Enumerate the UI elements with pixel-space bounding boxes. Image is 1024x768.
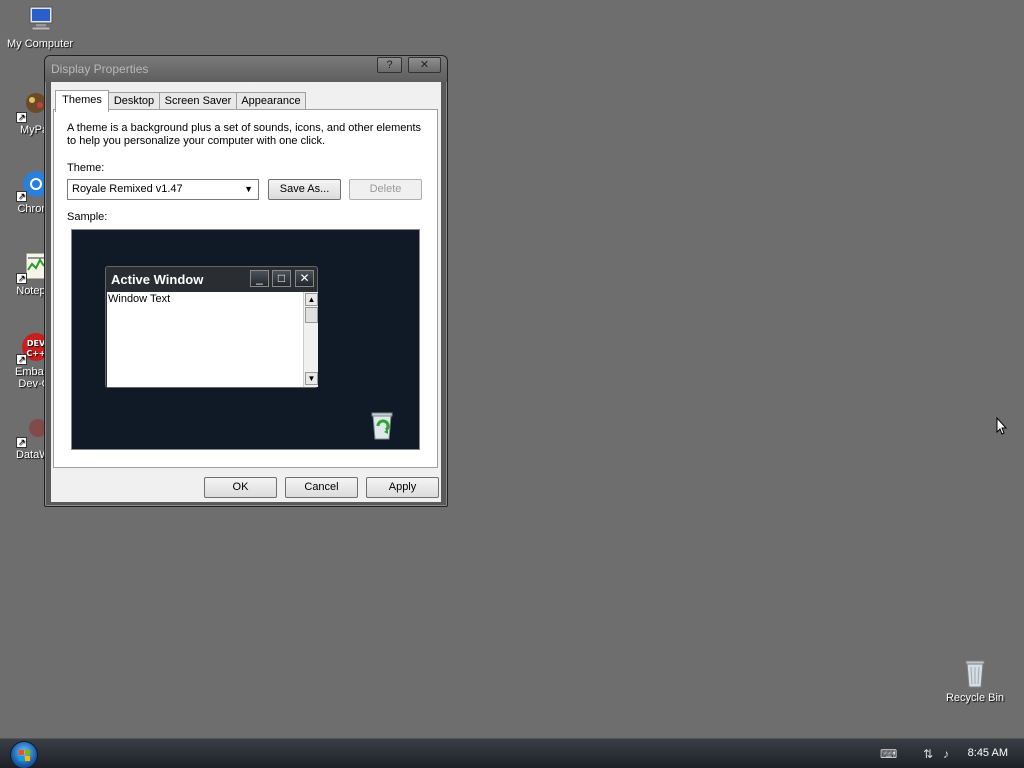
delete-button[interactable]: Delete xyxy=(349,179,422,200)
start-button[interactable] xyxy=(10,741,38,768)
minimize-icon: _ xyxy=(250,270,269,287)
maximize-icon: □ xyxy=(272,270,291,287)
shortcut-arrow-icon: ↗ xyxy=(16,191,27,202)
shortcut-arrow-icon: ↗ xyxy=(16,354,27,365)
sample-label: Sample: xyxy=(67,211,108,223)
svg-text:C++: C++ xyxy=(26,349,45,358)
shortcut-arrow-icon: ↗ xyxy=(16,112,27,123)
recycle-bin-icon xyxy=(369,410,395,440)
dialog-titlebar[interactable]: Display Properties ? ✕ xyxy=(45,56,447,82)
themes-panel: A theme is a background plus a set of so… xyxy=(53,109,438,468)
display-properties-dialog: Display Properties ? ✕ Themes Desktop Sc… xyxy=(44,55,448,507)
dialog-title: Display Properties xyxy=(51,62,149,76)
desktop-icon-my-computer[interactable]: My Computer xyxy=(3,3,77,50)
theme-label: Theme: xyxy=(67,162,105,174)
windows-logo-icon xyxy=(19,750,30,761)
close-button[interactable]: ✕ xyxy=(408,57,441,73)
desktop-icon-label: Recycle Bin xyxy=(945,692,1005,704)
recycle-bin-icon xyxy=(959,657,991,689)
shortcut-arrow-icon: ↗ xyxy=(16,437,27,448)
taskbar: ⌨ ⇅ ♪ 8:45 AM xyxy=(0,738,1024,768)
tab-themes[interactable]: Themes xyxy=(55,90,109,112)
apply-button[interactable]: Apply xyxy=(366,477,439,498)
computer-icon xyxy=(24,3,56,35)
scroll-down-icon: ▼ xyxy=(305,372,318,385)
volume-icon[interactable]: ♪ xyxy=(943,747,949,761)
save-as-button[interactable]: Save As... xyxy=(268,179,341,200)
scroll-thumb xyxy=(305,307,318,323)
shortcut-arrow-icon: ↗ xyxy=(16,273,27,284)
tab-desktop[interactable]: Desktop xyxy=(108,92,160,110)
close-icon: ✕ xyxy=(295,270,314,287)
theme-dropdown[interactable]: Royale Remixed v1.47 ▼ xyxy=(67,179,259,200)
keyboard-icon[interactable]: ⌨ xyxy=(880,747,897,761)
dialog-body: Themes Desktop Screen Saver Appearance A… xyxy=(51,82,441,502)
tab-screen-saver[interactable]: Screen Saver xyxy=(159,92,237,110)
sample-active-window: Active Window _ □ ✕ Window Text ▲ ▼ xyxy=(105,266,318,388)
help-button[interactable]: ? xyxy=(377,57,402,73)
theme-sample-preview: Active Window _ □ ✕ Window Text ▲ ▼ xyxy=(71,229,420,450)
cancel-button[interactable]: Cancel xyxy=(285,477,358,498)
sample-window-title: Active Window xyxy=(111,272,204,287)
chevron-down-icon: ▼ xyxy=(244,184,253,194)
scroll-up-icon: ▲ xyxy=(305,293,318,306)
mouse-cursor-icon xyxy=(996,416,1008,435)
ok-button[interactable]: OK xyxy=(204,477,277,498)
tab-appearance[interactable]: Appearance xyxy=(236,92,306,110)
desktop-icon-label: My Computer xyxy=(6,38,74,50)
theme-description: A theme is a background plus a set of so… xyxy=(67,122,422,147)
desktop-icon-recycle-bin[interactable]: Recycle Bin xyxy=(938,657,1012,704)
sample-scrollbar: ▲ ▼ xyxy=(303,292,318,387)
network-icon[interactable]: ⇅ xyxy=(923,747,933,761)
sample-window-text: Window Text xyxy=(107,292,303,387)
taskbar-clock[interactable]: 8:45 AM xyxy=(968,747,1008,759)
theme-dropdown-value: Royale Remixed v1.47 xyxy=(72,183,183,195)
